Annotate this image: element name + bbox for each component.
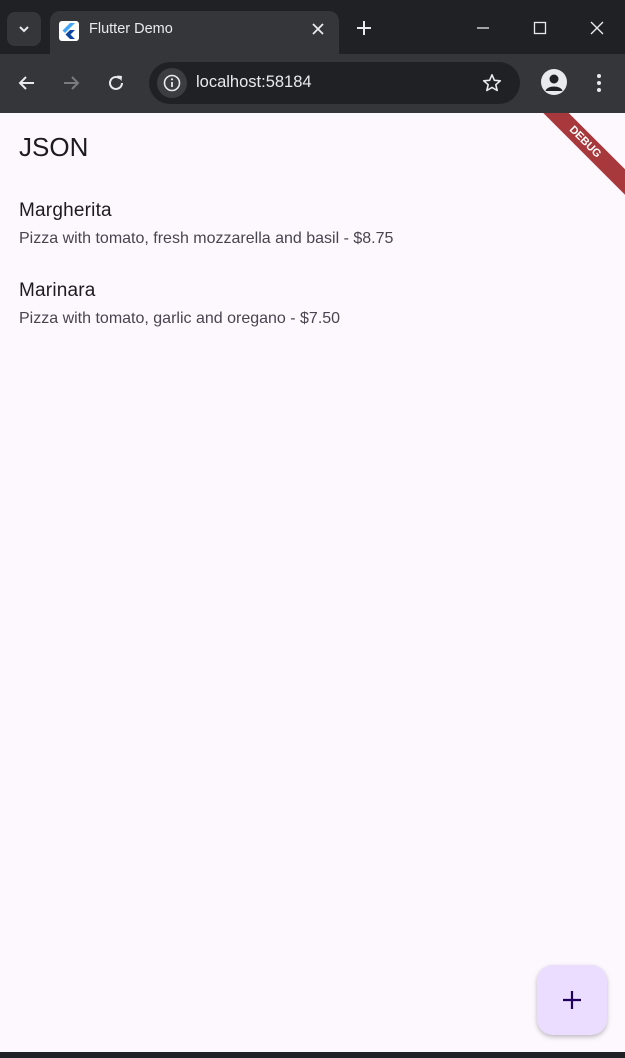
maximize-button[interactable] bbox=[526, 14, 554, 42]
list-item-subtitle: Pizza with tomato, garlic and oregano - … bbox=[19, 310, 341, 327]
app-title: JSON bbox=[19, 132, 89, 162]
reload-button[interactable] bbox=[101, 68, 131, 98]
browser-title-bar: Flutter Demo bbox=[0, 0, 625, 54]
more-vert-icon bbox=[597, 74, 601, 92]
list-item-subtitle: Pizza with tomato, fresh mozzarella and … bbox=[19, 230, 394, 247]
profile-button[interactable] bbox=[541, 69, 567, 95]
bookmark-button[interactable] bbox=[480, 71, 504, 95]
forward-button[interactable] bbox=[56, 68, 86, 98]
chevron-down-icon bbox=[19, 26, 29, 33]
close-icon bbox=[590, 21, 604, 35]
new-tab-button[interactable] bbox=[352, 16, 376, 40]
list-item[interactable]: Margherita Pizza with tomato, fresh mozz… bbox=[19, 200, 393, 248]
tab-search-button[interactable] bbox=[7, 12, 41, 46]
arrow-right-icon bbox=[64, 76, 80, 90]
info-icon bbox=[163, 74, 181, 92]
reload-icon bbox=[109, 75, 123, 90]
url-text[interactable]: localhost:58184 bbox=[196, 73, 312, 92]
flutter-logo-icon bbox=[59, 21, 79, 41]
back-button[interactable] bbox=[12, 68, 42, 98]
star-icon bbox=[482, 74, 502, 92]
maximize-icon bbox=[533, 21, 547, 35]
list-item-title: Margherita bbox=[19, 200, 112, 221]
site-info-button[interactable] bbox=[157, 68, 187, 98]
minimize-button[interactable] bbox=[469, 14, 497, 42]
browser-menu-button[interactable] bbox=[588, 69, 610, 97]
close-window-button[interactable] bbox=[583, 14, 611, 42]
app-page: JSON Margherita Pizza with tomato, fresh… bbox=[0, 113, 625, 1052]
minimize-icon bbox=[477, 27, 489, 29]
list-item[interactable]: Marinara Pizza with tomato, garlic and o… bbox=[19, 280, 340, 328]
arrow-left-icon bbox=[18, 76, 34, 90]
plus-icon bbox=[563, 991, 581, 1009]
close-icon[interactable] bbox=[307, 18, 329, 40]
window-bottom-edge bbox=[0, 1052, 625, 1058]
browser-toolbar: localhost:58184 bbox=[0, 54, 625, 113]
list-item-title: Marinara bbox=[19, 280, 96, 301]
plus-icon bbox=[357, 21, 371, 35]
person-icon bbox=[545, 74, 563, 91]
address-bar[interactable]: localhost:58184 bbox=[149, 62, 520, 104]
add-button[interactable] bbox=[537, 965, 607, 1035]
browser-tab[interactable]: Flutter Demo bbox=[50, 11, 339, 54]
debug-banner: DEBUG bbox=[529, 113, 625, 198]
tab-title: Flutter Demo bbox=[89, 21, 173, 37]
